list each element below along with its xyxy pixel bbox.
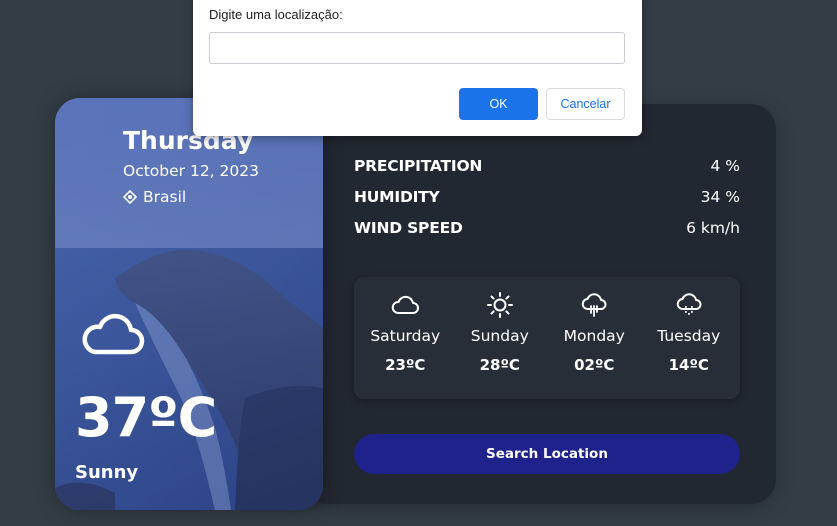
dialog-message: Digite uma localização: — [209, 7, 343, 22]
location-prompt-dialog: Digite uma localização: OK Cancelar — [193, 0, 642, 136]
forecast-list: Saturday 23ºC Sunday 28ºC Monday 02ºC Tu… — [354, 277, 740, 399]
forecast-day-temp: 28ºC — [479, 356, 520, 374]
humidity-value: 34 % — [700, 188, 740, 206]
cancel-button[interactable]: Cancelar — [546, 88, 625, 120]
current-date: October 12, 2023 — [123, 162, 259, 180]
wind-speed-label: WIND SPEED — [354, 219, 463, 237]
wind-speed-row: WIND SPEED 6 km/h — [354, 219, 740, 237]
forecast-day-name: Saturday — [370, 327, 441, 345]
forecast-day-temp: 14ºC — [668, 356, 709, 374]
precipitation-row: PRECIPITATION 4 % — [354, 157, 740, 175]
forecast-day: Tuesday 14ºC — [644, 291, 734, 374]
wind-speed-value: 6 km/h — [686, 219, 740, 237]
rain-cloud-icon — [582, 293, 607, 317]
location-input[interactable] — [209, 32, 625, 64]
precipitation-label: PRECIPITATION — [354, 157, 483, 175]
cloud-icon — [392, 295, 420, 314]
forecast-day: Monday 02ºC — [549, 291, 639, 374]
current-location: Brasil — [123, 188, 186, 206]
location-label: Brasil — [143, 188, 187, 206]
forecast-day: Sunday 28ºC — [455, 291, 545, 374]
sun-icon — [486, 292, 513, 318]
current-weather-card: Thursday October 12, 2023 Brasil 37ºC Su… — [55, 98, 323, 510]
current-temperature: 37ºC — [75, 386, 217, 449]
ok-button[interactable]: OK — [459, 88, 538, 120]
current-condition: Sunny — [75, 462, 139, 483]
humidity-label: HUMIDITY — [354, 188, 440, 206]
forecast-day-name: Sunday — [470, 327, 529, 345]
forecast-day-temp: 02ºC — [574, 356, 615, 374]
search-location-button[interactable]: Search Location — [354, 434, 740, 474]
forecast-day-temp: 23ºC — [385, 356, 426, 374]
forecast-day-name: Tuesday — [657, 327, 721, 345]
weather-info-panel: PRECIPITATION 4 % HUMIDITY 34 % WIND SPE… — [300, 104, 776, 504]
rain-cloud-icon — [676, 293, 702, 315]
forecast-day-name: Monday — [563, 327, 625, 345]
cloud-icon — [82, 313, 145, 355]
precipitation-value: 4 % — [710, 157, 740, 175]
humidity-row: HUMIDITY 34 % — [354, 188, 740, 206]
forecast-day: Saturday 23ºC — [360, 291, 450, 374]
location-pin-icon — [123, 190, 137, 204]
